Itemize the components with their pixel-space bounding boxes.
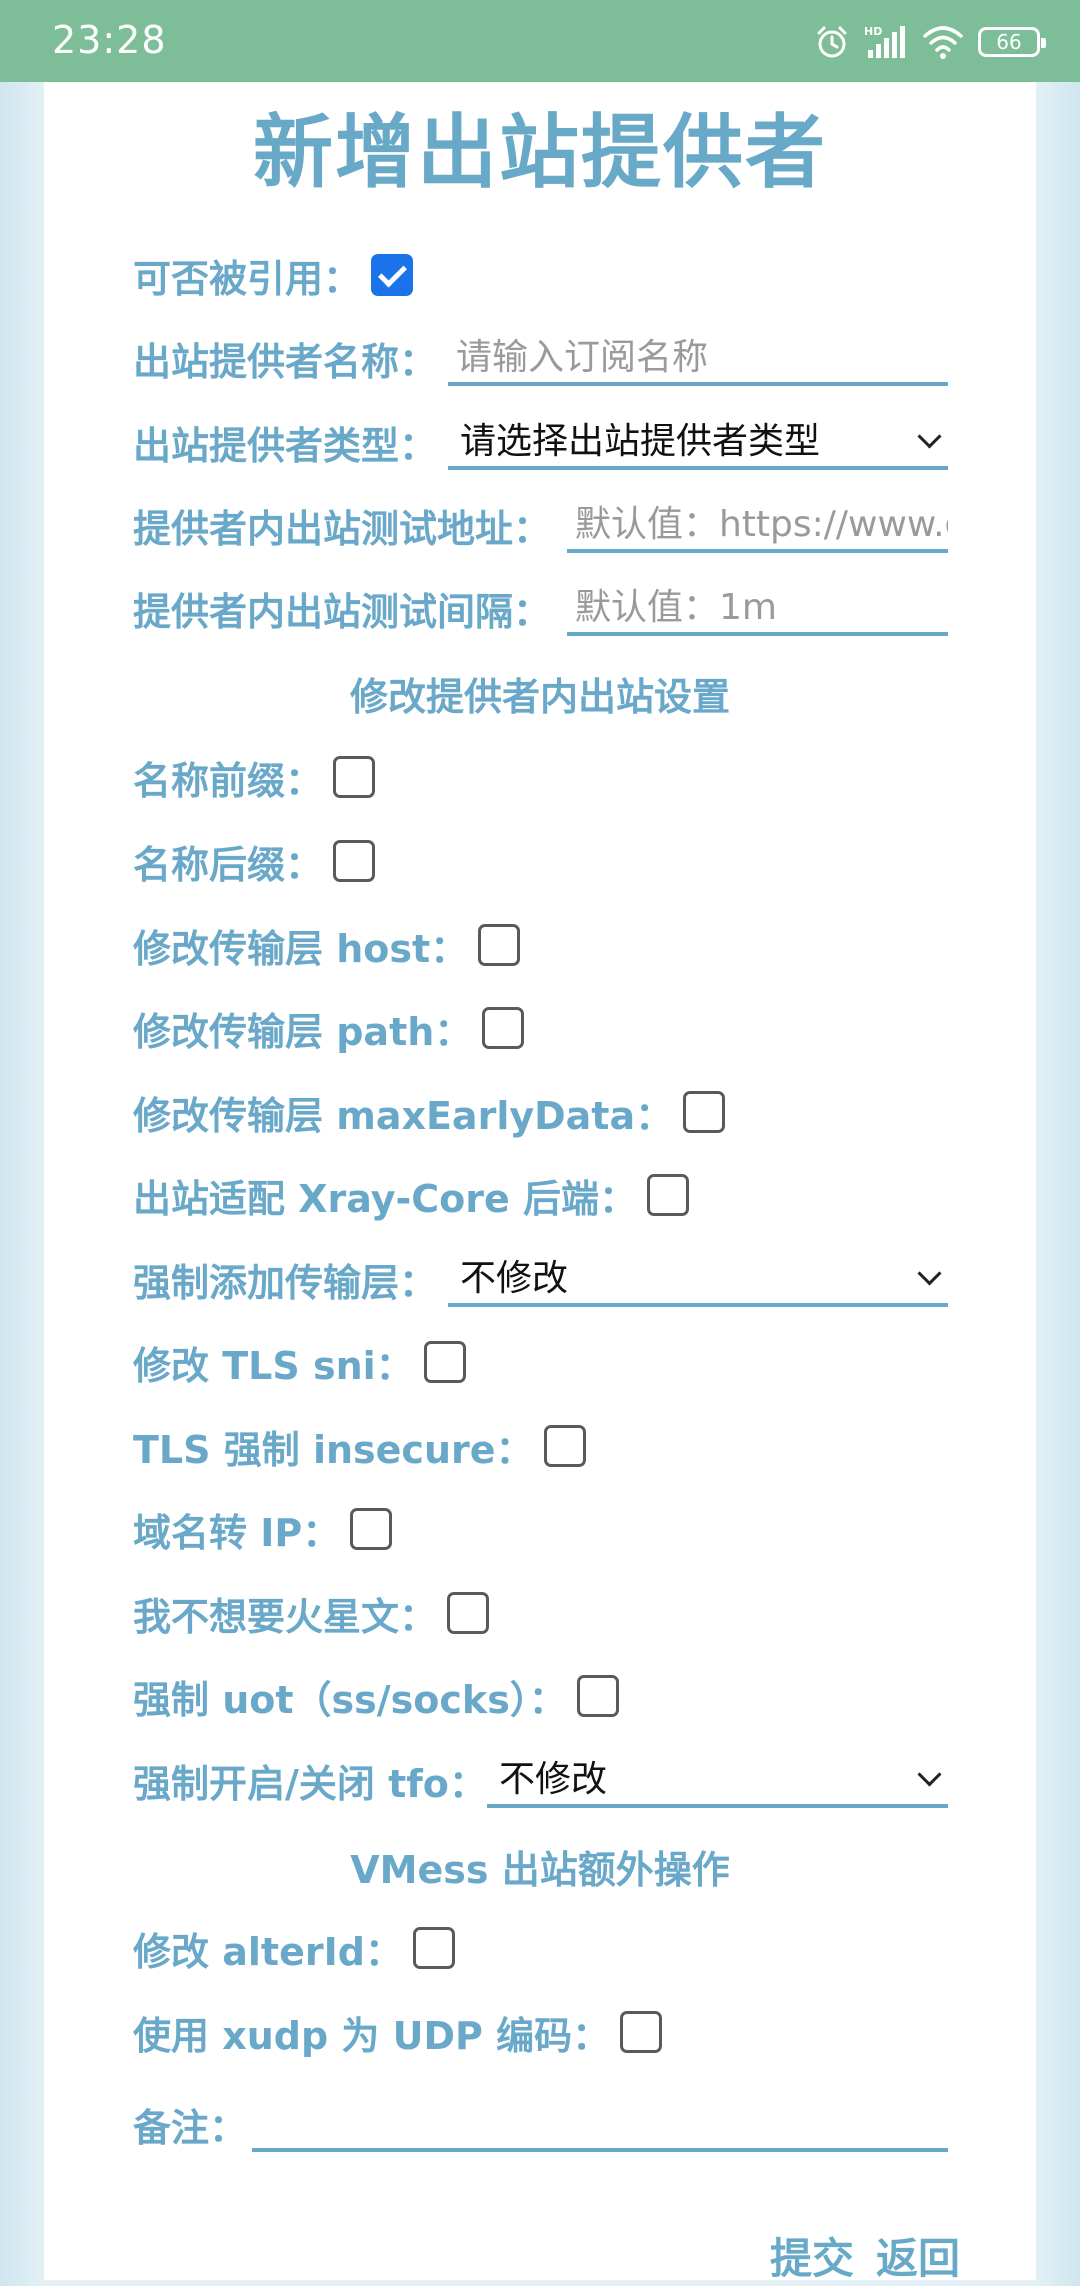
tfo-row: 强制开启/关闭 tfo：	[133, 1752, 487, 1808]
name-suffix-row: 名称后缀：	[133, 833, 376, 889]
remark-input[interactable]	[252, 2092, 948, 2152]
test-interval-row: 提供者内出站测试间隔：	[133, 580, 551, 636]
chevron-down-icon	[917, 424, 942, 449]
wifi-icon	[923, 26, 963, 59]
force-transport-row: 强制添加传输层：	[133, 1251, 437, 1307]
xray-row: 出站适配 Xray-Core 后端：	[133, 1167, 690, 1223]
name-prefix-checkbox[interactable]	[333, 756, 376, 798]
type-label: 出站提供者类型：	[133, 423, 438, 468]
xudp-row: 使用 xudp 为 UDP 编码：	[133, 2004, 663, 2060]
type-select-value: 请选择出站提供者类型	[460, 421, 821, 462]
alarm-icon	[817, 26, 847, 58]
host-row: 修改传输层 host：	[133, 917, 521, 973]
tls-insecure-label: TLS 强制 insecure：	[133, 1427, 534, 1472]
path-row: 修改传输层 path：	[133, 1000, 525, 1056]
quotable-row: 可否被引用：	[133, 247, 414, 303]
name-prefix-label: 名称前缀：	[133, 758, 324, 803]
xray-checkbox[interactable]	[647, 1174, 690, 1216]
xudp-checkbox[interactable]	[620, 2011, 663, 2053]
name-suffix-checkbox[interactable]	[333, 840, 376, 882]
status-icons: HD 66	[814, 22, 1046, 62]
max-early-data-row: 修改传输层 maxEarlyData：	[133, 1084, 726, 1140]
chevron-down-icon	[917, 1261, 942, 1286]
force-uot-row: 强制 uot（ss/socks）：	[133, 1668, 619, 1724]
tls-sni-checkbox[interactable]	[423, 1341, 466, 1383]
force-transport-value: 不修改	[460, 1258, 569, 1299]
xray-label: 出站适配 Xray-Core 后端：	[133, 1176, 638, 1221]
no-mars-text-row: 我不想要火星文：	[133, 1585, 490, 1641]
name-input[interactable]: 请输入订阅名称	[448, 326, 948, 386]
status-bar: 23:28 HD 66	[0, 0, 1080, 82]
quotable-checkbox[interactable]	[371, 254, 414, 296]
domain-to-ip-label: 域名转 IP：	[133, 1510, 341, 1555]
alter-id-row: 修改 alterId：	[133, 1920, 455, 1976]
chevron-down-icon	[917, 1762, 942, 1787]
back-button[interactable]: 返回	[876, 2225, 960, 2286]
test-url-label: 提供者内出站测试地址：	[133, 506, 552, 551]
test-url-placeholder: 默认值：https://www.g	[575, 504, 948, 545]
path-checkbox[interactable]	[482, 1007, 525, 1049]
alter-id-checkbox[interactable]	[412, 1927, 455, 1969]
max-early-data-checkbox[interactable]	[683, 1091, 726, 1133]
tls-sni-row: 修改 TLS sni：	[133, 1334, 466, 1390]
page-title: 新增出站提供者	[253, 106, 827, 199]
alter-id-label: 修改 alterId：	[133, 1929, 403, 1974]
no-mars-text-label: 我不想要火星文：	[133, 1594, 438, 1639]
domain-to-ip-checkbox[interactable]	[350, 1508, 393, 1550]
test-interval-placeholder: 默认值：1m	[575, 587, 777, 628]
form-actions: 提交 返回	[770, 2225, 960, 2286]
remark-label: 备注：	[133, 2105, 248, 2150]
signal-icon: HD	[864, 25, 905, 58]
type-row: 出站提供者类型：	[133, 414, 437, 470]
no-mars-text-checkbox[interactable]	[447, 1592, 490, 1634]
section-vmess-title: VMess 出站额外操作	[350, 1848, 730, 1892]
remark-row: 备注：	[133, 2096, 247, 2152]
name-placeholder: 请输入订阅名称	[456, 337, 709, 378]
name-row: 出站提供者名称：	[133, 330, 437, 386]
name-prefix-row: 名称前缀：	[133, 749, 376, 805]
tfo-label: 强制开启/关闭 tfo：	[133, 1761, 487, 1806]
svg-text:HD: HD	[864, 25, 882, 38]
quotable-label: 可否被引用：	[133, 256, 362, 301]
path-label: 修改传输层 path：	[133, 1009, 473, 1054]
test-interval-label: 提供者内出站测试间隔：	[133, 589, 552, 634]
test-interval-input[interactable]: 默认值：1m	[567, 576, 948, 636]
max-early-data-label: 修改传输层 maxEarlyData：	[133, 1093, 674, 1138]
force-uot-label: 强制 uot（ss/socks）：	[133, 1677, 567, 1722]
test-url-input[interactable]: 默认值：https://www.g	[567, 493, 948, 553]
section-modify-title: 修改提供者内出站设置	[349, 675, 730, 719]
tfo-select[interactable]: 不修改	[487, 1748, 948, 1808]
force-transport-select[interactable]: 不修改	[448, 1247, 948, 1307]
force-uot-checkbox[interactable]	[576, 1675, 619, 1717]
name-suffix-label: 名称后缀：	[133, 842, 324, 887]
battery-icon: 66	[978, 27, 1046, 57]
tls-insecure-checkbox[interactable]	[543, 1425, 586, 1467]
name-label: 出站提供者名称：	[133, 339, 438, 384]
tfo-select-value: 不修改	[499, 1759, 608, 1800]
force-transport-label: 强制添加传输层：	[133, 1260, 438, 1305]
host-checkbox[interactable]	[478, 924, 521, 966]
domain-to-ip-row: 域名转 IP：	[133, 1501, 393, 1557]
battery-level: 66	[996, 30, 1022, 54]
test-url-row: 提供者内出站测试地址：	[133, 497, 551, 553]
submit-button[interactable]: 提交	[770, 2225, 854, 2286]
tls-insecure-row: TLS 强制 insecure：	[133, 1418, 586, 1474]
status-time: 23:28	[52, 18, 167, 62]
tls-sni-label: 修改 TLS sni：	[133, 1343, 414, 1388]
xudp-label: 使用 xudp 为 UDP 编码：	[133, 2013, 611, 2058]
type-select[interactable]: 请选择出站提供者类型	[448, 410, 948, 470]
host-label: 修改传输层 host：	[133, 926, 469, 971]
